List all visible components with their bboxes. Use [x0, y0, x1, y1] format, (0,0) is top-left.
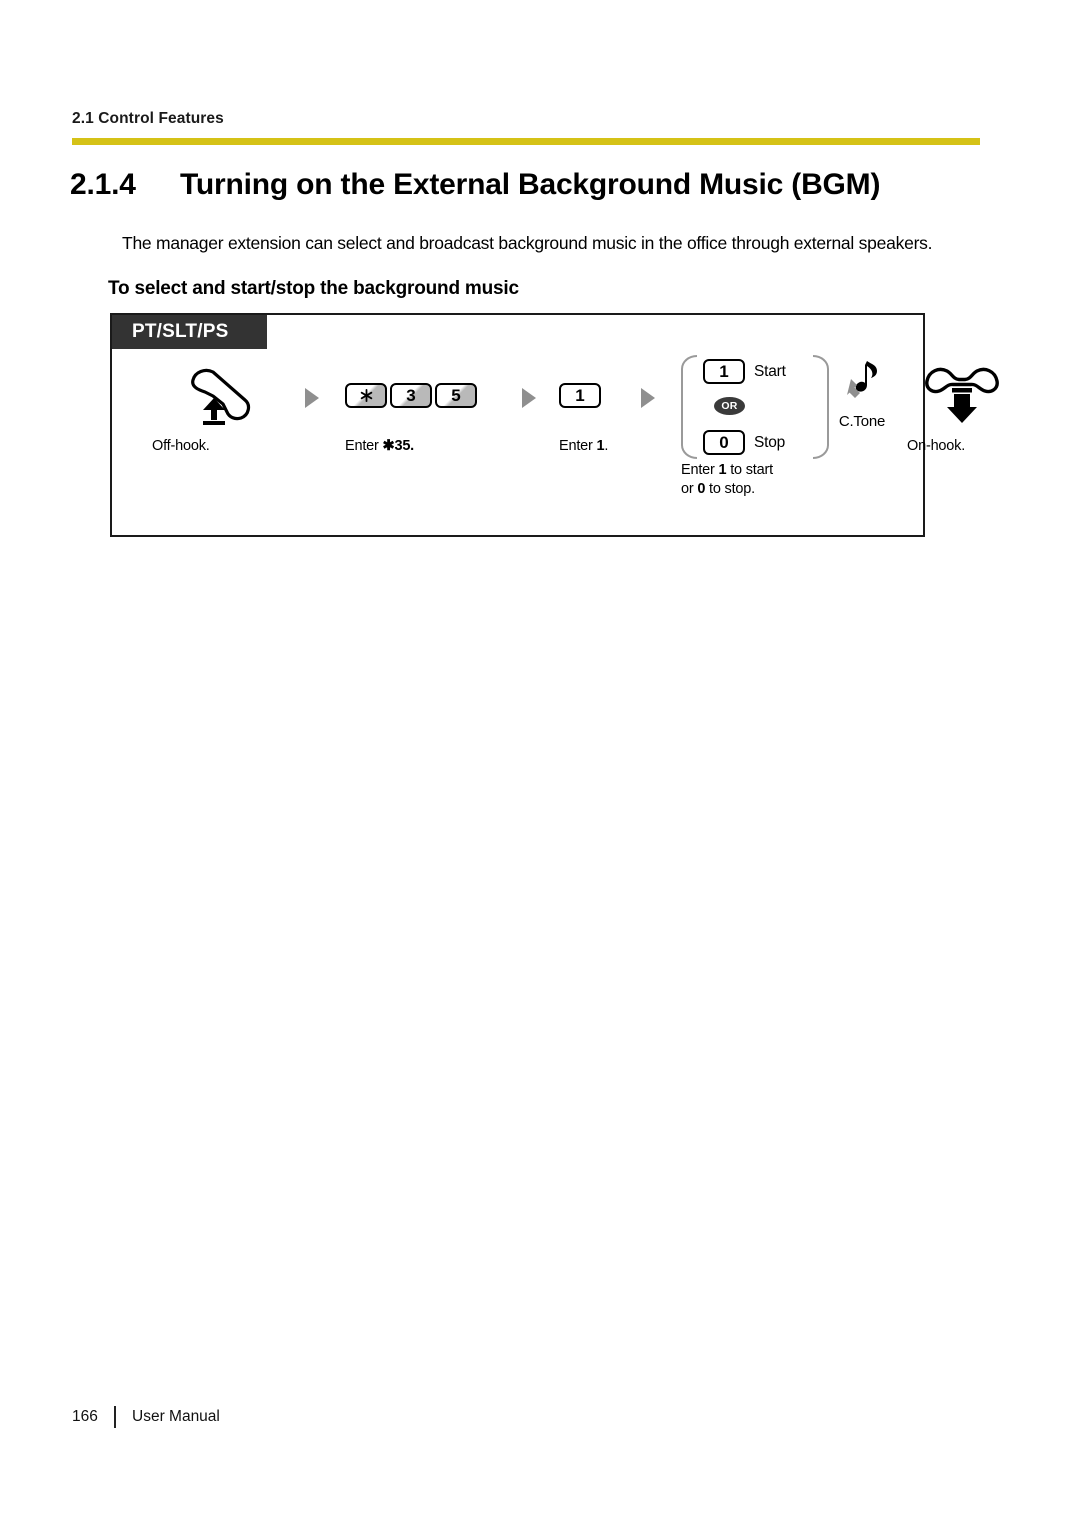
footer-page-number: 166: [72, 1408, 98, 1425]
section-title-text: Turning on the External Background Music…: [180, 168, 881, 201]
key-3[interactable]: 3: [390, 382, 432, 408]
step-confirmation-tone: C.Tone: [822, 355, 902, 485]
caption-suffix: .: [604, 438, 609, 454]
handset-off-hook-icon: [152, 355, 292, 435]
or-badge: OR: [714, 397, 745, 415]
step-enter-1: 1 Enter 1.: [559, 355, 679, 485]
keys-star-35: 3 5: [345, 355, 515, 435]
stop-option: 0 Stop: [703, 430, 785, 455]
step-on-hook: On-hook.: [907, 355, 1017, 485]
header-gold-rule: [72, 138, 980, 145]
handset-on-hook-icon: [907, 355, 1017, 435]
confirmation-tone-label: C.Tone: [838, 413, 886, 430]
start-stop-group: 1 Start OR 0 Stop: [681, 355, 829, 459]
footer-divider: [114, 1406, 116, 1428]
step-enter-star-35-caption: Enter ✱35.: [345, 437, 515, 456]
procedure-box: PT/SLT/PS Off-hook. 3 5 Enter ✱35. 1 Ent…: [110, 313, 999, 537]
procedure-heading: To select and start/stop the background …: [108, 278, 519, 299]
section-number: 2.1.4: [70, 168, 136, 201]
key-stop-0[interactable]: 0: [703, 430, 745, 455]
caption-l2a: or: [681, 481, 698, 497]
key-start-1[interactable]: 1: [703, 359, 745, 384]
key-5[interactable]: 5: [435, 382, 477, 408]
phone-type-tab: PT/SLT/PS: [112, 315, 267, 349]
step-enter-star-35: 3 5 Enter ✱35.: [345, 355, 515, 485]
caption-prefix: Enter: [345, 438, 383, 454]
footer-doc-title: User Manual: [132, 1408, 220, 1425]
group-bracket-left-icon: [681, 355, 697, 459]
step-off-hook-caption: Off-hook.: [152, 438, 210, 454]
step-on-hook-caption: On-hook.: [907, 438, 966, 454]
key-1[interactable]: 1: [559, 382, 601, 408]
key-star[interactable]: [345, 382, 387, 408]
caption-l1c: to start: [726, 462, 773, 478]
keys-1: 1: [559, 355, 679, 435]
caption-l2c: to stop.: [705, 481, 755, 497]
step-off-hook: Off-hook.: [152, 355, 292, 485]
start-label: Start: [754, 362, 786, 380]
running-header: 2.1 Control Features: [72, 110, 224, 127]
flow-arrow-icon-1: [305, 388, 319, 408]
intro-paragraph: The manager extension can select and bro…: [122, 233, 933, 253]
flow-arrow-icon-2: [522, 388, 536, 408]
procedure-flow: Off-hook. 3 5 Enter ✱35. 1 Enter 1. 1 St…: [112, 355, 999, 497]
stop-label: Stop: [754, 433, 786, 451]
page-footer: 166 User Manual: [72, 1406, 220, 1428]
start-option: 1 Start: [703, 359, 786, 384]
flow-arrow-icon-3: [641, 388, 655, 408]
caption-l1a: Enter: [681, 462, 719, 478]
caption-bold: ✱35.: [382, 438, 415, 454]
step-enter-1-caption: Enter 1.: [559, 437, 679, 456]
caption-prefix: Enter: [559, 438, 597, 454]
page-title: 2.1.4 Turning on the External Background…: [70, 168, 1010, 202]
